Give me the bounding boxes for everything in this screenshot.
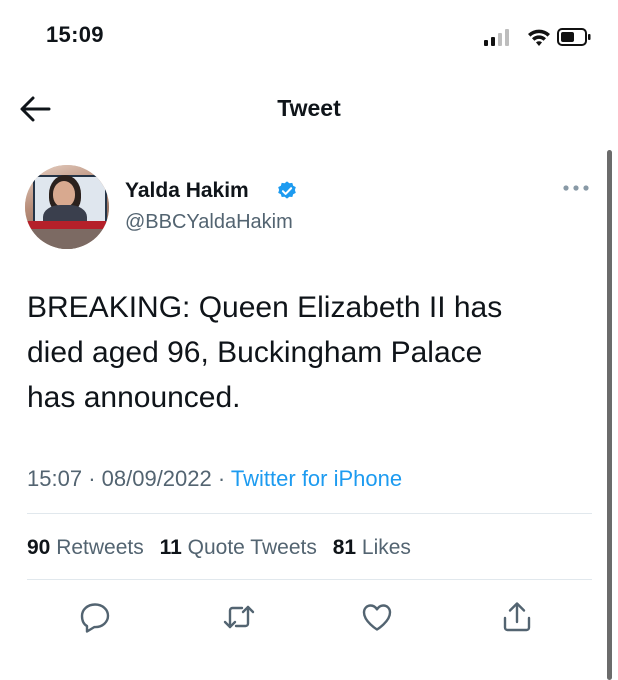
tweet-text-line: BREAKING: Queen Elizabeth II has — [27, 291, 503, 324]
tweet-time: 15:07 — [27, 466, 83, 491]
divider — [27, 579, 592, 580]
status-time: 15:09 — [46, 22, 104, 47]
tweet-date: 08/09/2022 — [101, 466, 212, 491]
tweet-text-line: has announced. — [27, 381, 241, 414]
like-icon[interactable] — [360, 600, 394, 634]
more-options-icon[interactable] — [562, 182, 590, 194]
tweet-stats: 90 Retweets 11 Quote Tweets 81 Likes — [27, 536, 421, 560]
tweet-meta: 15:07 · 08/09/2022 · Twitter for iPhone — [27, 466, 402, 492]
likes-stat[interactable]: 81 Likes — [333, 536, 411, 560]
likes-label: Likes — [361, 536, 411, 559]
retweets-count: 90 — [27, 536, 51, 559]
avatar[interactable] — [25, 165, 109, 249]
retweets-label: Retweets — [56, 536, 144, 559]
signal-icon — [484, 29, 509, 46]
scrollbar[interactable] — [607, 150, 612, 680]
wifi-icon — [528, 29, 550, 46]
author-name[interactable]: Yalda Hakim — [125, 179, 249, 203]
quote-tweets-label: Quote Tweets — [187, 536, 317, 559]
meta-separator: · — [88, 466, 102, 491]
verified-badge-icon — [278, 181, 296, 199]
author-handle[interactable]: @BBCYaldaHakim — [125, 211, 293, 234]
retweets-stat[interactable]: 90 Retweets — [27, 536, 144, 560]
quote-tweets-stat[interactable]: 11 Quote Tweets — [160, 536, 317, 560]
share-icon[interactable] — [500, 600, 534, 634]
tweet-text: BREAKING: Queen Elizabeth II has died ag… — [27, 285, 587, 420]
retweet-icon[interactable] — [222, 600, 256, 634]
reply-icon[interactable] — [78, 600, 112, 634]
quote-tweets-count: 11 — [159, 536, 182, 559]
status-icons — [484, 28, 591, 46]
tweet-text-line: died aged 96, Buckingham Palace — [27, 336, 483, 369]
likes-count: 81 — [332, 536, 357, 559]
tweet-source-link[interactable]: Twitter for iPhone — [231, 466, 402, 491]
meta-separator: · — [217, 466, 231, 491]
battery-icon — [557, 28, 591, 46]
divider — [27, 513, 592, 514]
page-title: Tweet — [277, 95, 341, 121]
